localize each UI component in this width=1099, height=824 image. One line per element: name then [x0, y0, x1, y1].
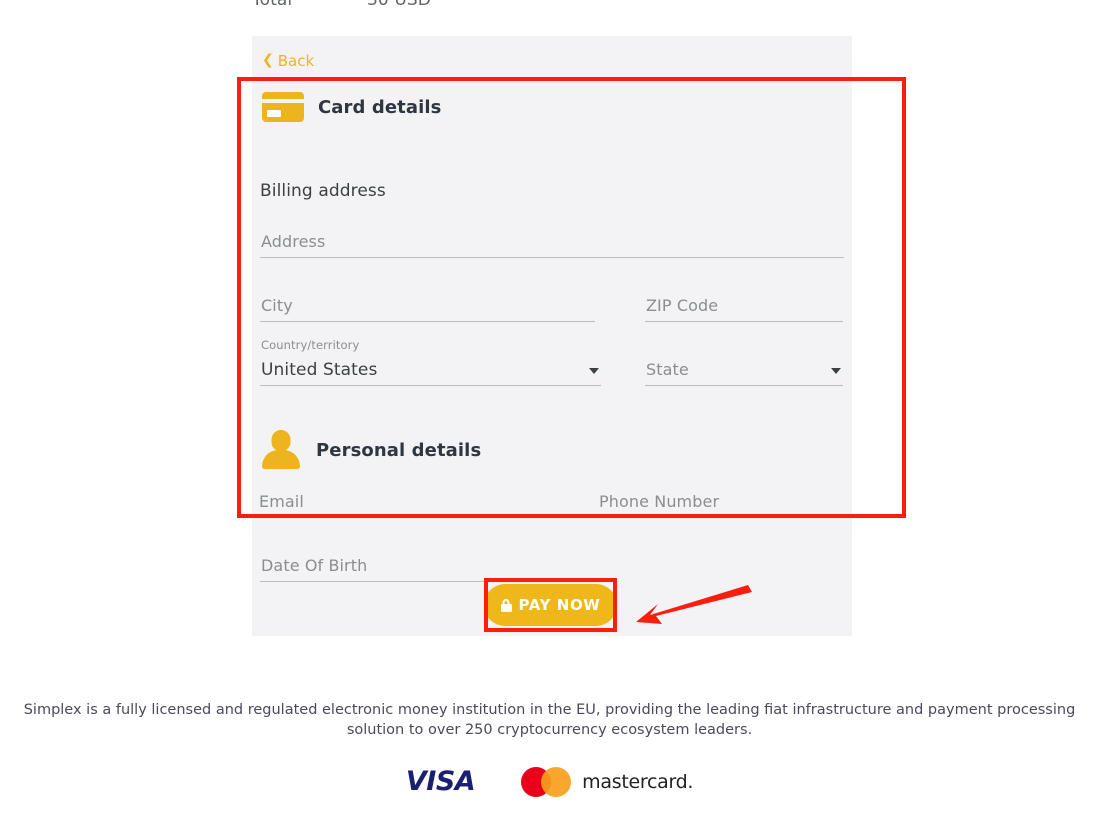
card-details-title: Card details: [318, 96, 442, 118]
order-summary-strip: Total 30 USD: [252, 0, 852, 18]
card-details-header: Card details: [262, 92, 441, 122]
credit-card-icon: [262, 92, 304, 122]
date-of-birth-field[interactable]: Date Of Birth: [260, 550, 502, 582]
billing-address-title: Billing address: [260, 181, 386, 201]
zip-placeholder: ZIP Code: [646, 296, 719, 315]
mastercard-label: mastercard.: [582, 770, 694, 793]
pay-now-label: PAY NOW: [518, 596, 601, 614]
lock-icon: [500, 598, 512, 612]
phone-placeholder: Phone Number: [599, 492, 720, 511]
payment-logos: VISA mastercard.: [0, 766, 1099, 797]
pay-now-button[interactable]: PAY NOW: [484, 584, 617, 626]
mastercard-logo: mastercard.: [521, 766, 694, 797]
person-icon: [260, 428, 302, 472]
city-field[interactable]: City: [260, 290, 595, 322]
personal-details-header: Personal details: [260, 428, 481, 472]
footer-disclaimer: Simplex is a fully licensed and regulate…: [23, 702, 1076, 738]
visa-logo: VISA: [405, 766, 476, 797]
total-value: 30 USD: [367, 0, 431, 10]
phone-field[interactable]: Phone Number: [598, 486, 843, 518]
date-of-birth-placeholder: Date Of Birth: [261, 556, 368, 575]
address-field[interactable]: Address: [260, 226, 844, 258]
email-field[interactable]: Email: [258, 486, 553, 518]
country-label: Country/territory: [261, 338, 360, 352]
back-label: Back: [277, 52, 315, 70]
chevron-left-icon: ❮: [262, 52, 274, 68]
back-link[interactable]: ❮ Back: [262, 52, 314, 70]
mastercard-circles-icon: [521, 766, 572, 797]
state-placeholder: State: [646, 360, 689, 379]
chevron-down-icon: [589, 368, 599, 374]
total-label: Total: [252, 0, 293, 10]
page-footer: Simplex is a fully licensed and regulate…: [0, 700, 1099, 797]
email-placeholder: Email: [259, 492, 304, 511]
chevron-down-icon: [831, 368, 841, 374]
personal-details-title: Personal details: [316, 439, 482, 461]
checkout-panel: ❮ Back Card details Billing address Addr…: [252, 36, 852, 636]
country-select[interactable]: Country/territory United States: [260, 338, 601, 386]
city-placeholder: City: [261, 296, 293, 315]
address-placeholder: Address: [261, 232, 326, 251]
zip-field[interactable]: ZIP Code: [645, 290, 843, 322]
state-select[interactable]: State: [645, 354, 843, 386]
country-value: United States: [261, 360, 378, 380]
